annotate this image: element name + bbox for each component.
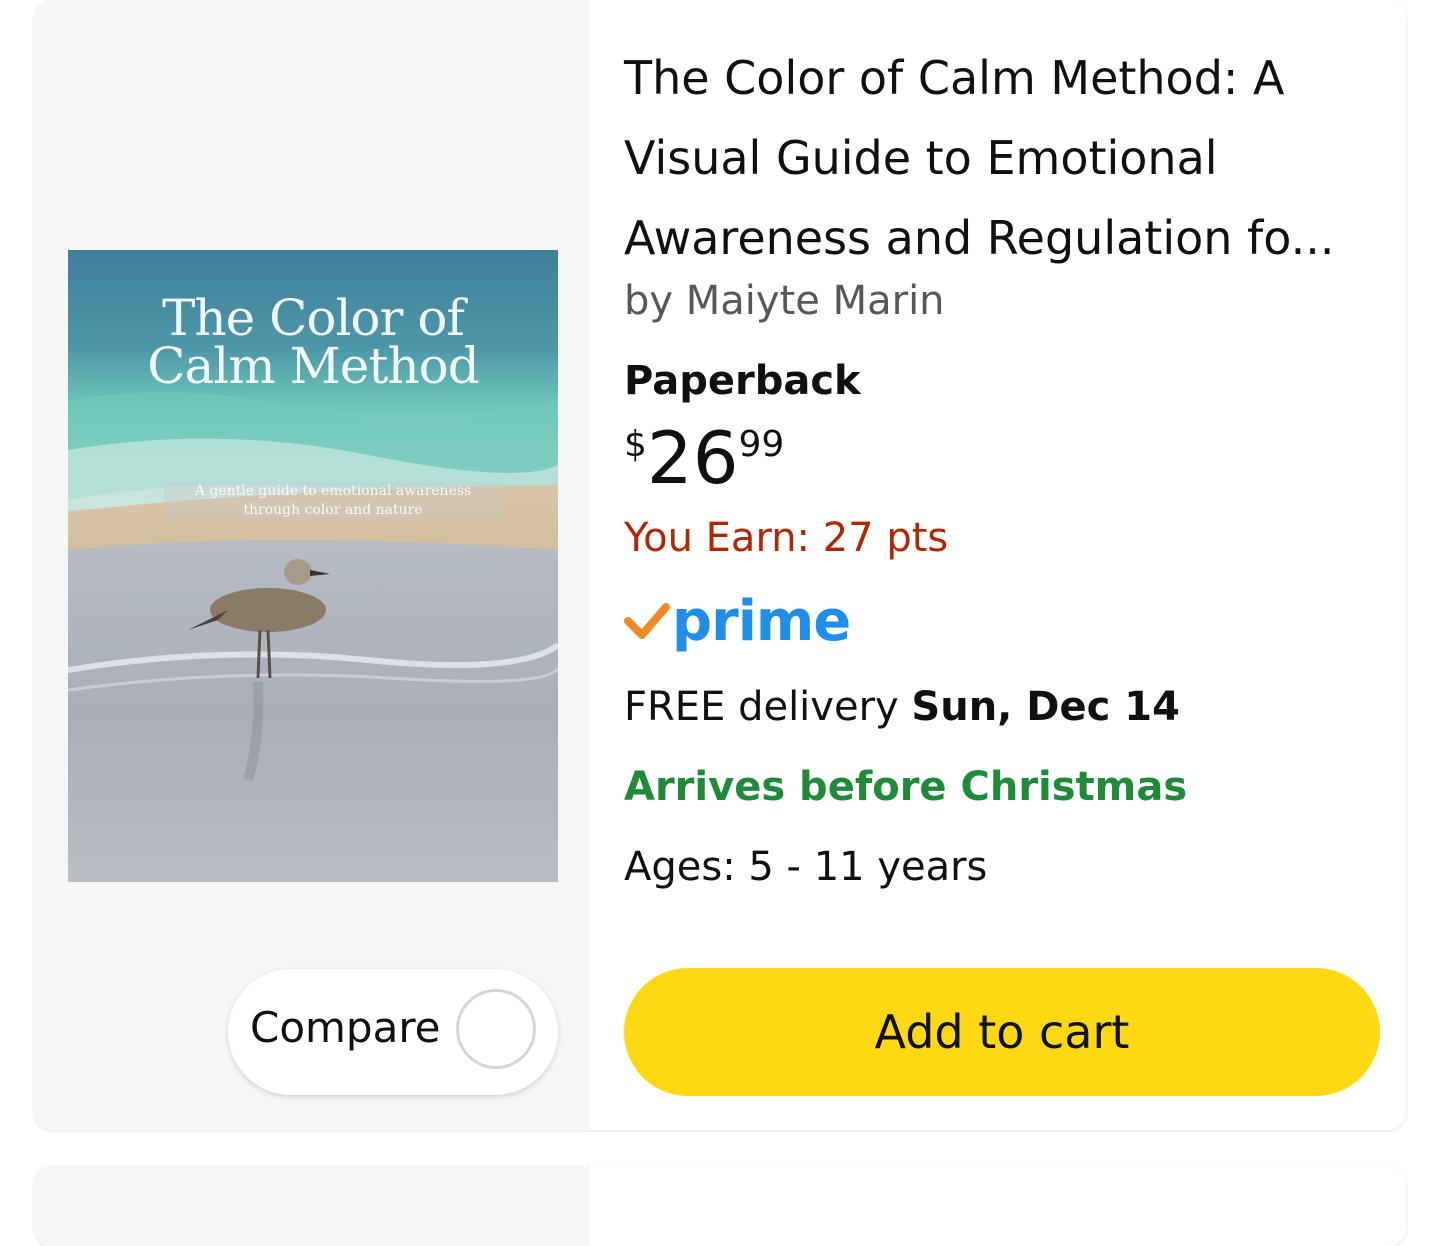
delivery-prefix: FREE delivery <box>624 684 912 730</box>
add-to-cart-button[interactable]: Add to cart <box>624 968 1380 1096</box>
cover-title-line1: The Color of <box>162 289 465 347</box>
cover-title-line2: Calm Method <box>147 337 480 395</box>
product-image-pane: The Color of Calm Method A gentle guide … <box>34 0 590 1130</box>
price-whole: 26 <box>646 416 739 500</box>
age-range: Ages: 5 - 11 years <box>624 844 988 890</box>
next-product-image-pane <box>34 1166 590 1246</box>
delivery-info: FREE delivery Sun, Dec 14 <box>624 684 1180 730</box>
earn-points: You Earn: 27 pts <box>624 515 949 561</box>
prime-check-icon <box>624 603 670 639</box>
book-cover-image[interactable]: The Color of Calm Method A gentle guide … <box>68 250 558 882</box>
product-card[interactable]: The Color of Calm Method A gentle guide … <box>34 0 1406 1130</box>
prime-badge: prime <box>624 588 851 654</box>
product-price: $2699 <box>624 418 784 498</box>
product-title[interactable]: The Color of Calm Method: A Visual Guide… <box>624 38 1384 278</box>
price-symbol: $ <box>624 424 647 465</box>
price-fraction: 99 <box>738 424 785 465</box>
cover-subtitle-line1: A gentle guide to emotional awareness <box>194 483 472 499</box>
delivery-date: Sun, Dec 14 <box>911 684 1180 730</box>
compare-label: Compare <box>250 1003 441 1052</box>
compare-radio-icon[interactable] <box>456 989 536 1069</box>
next-product-card[interactable] <box>34 1166 1406 1246</box>
product-format: Paperback <box>624 358 861 404</box>
prime-label: prime <box>672 588 851 654</box>
arrives-note: Arrives before Christmas <box>624 764 1188 810</box>
compare-toggle[interactable]: Compare <box>228 969 558 1095</box>
cover-subtitle-line2: through color and nature <box>243 502 423 518</box>
cover-title: The Color of Calm Method <box>68 289 558 395</box>
product-author: by Maiyte Marin <box>624 278 945 324</box>
cover-subtitle: A gentle guide to emotional awareness th… <box>164 482 502 520</box>
